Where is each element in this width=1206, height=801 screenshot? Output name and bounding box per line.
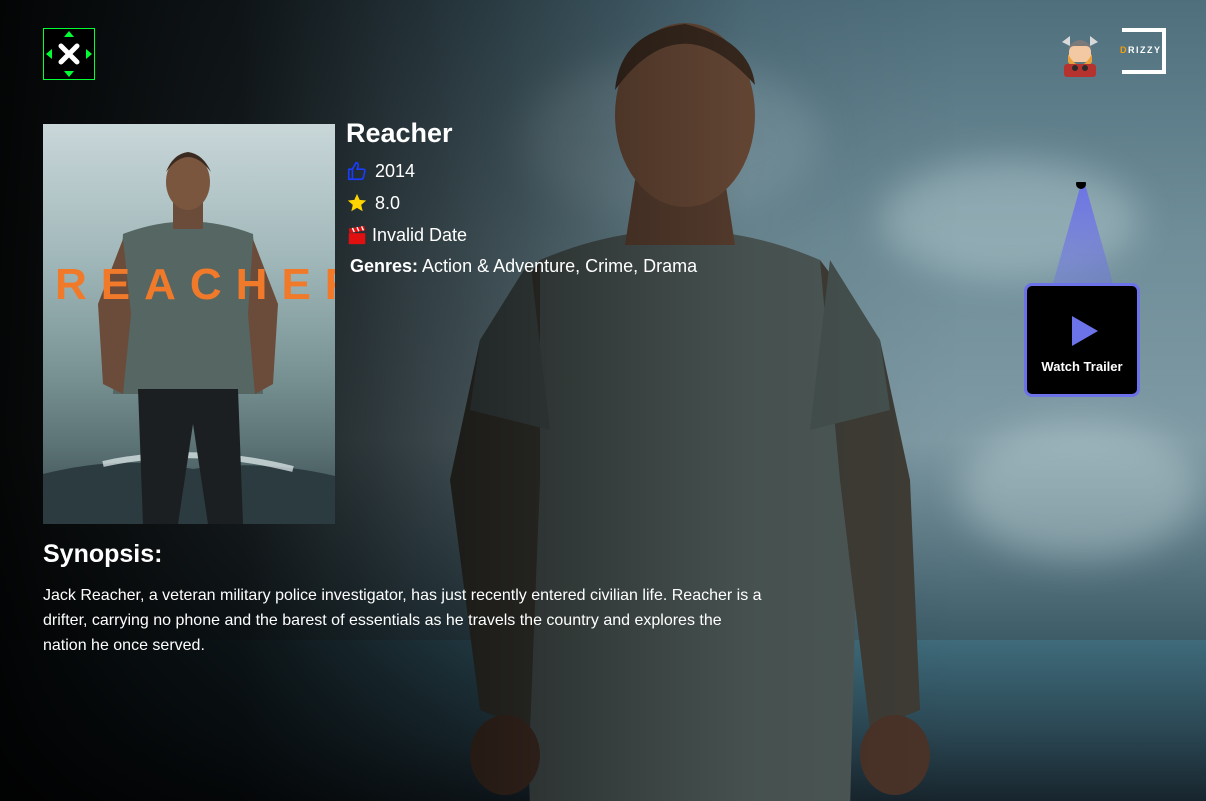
genres-value: Action & Adventure, Crime, Drama — [422, 256, 698, 276]
synopsis-text: Jack Reacher, a veteran military police … — [43, 587, 762, 654]
thumbs-up-icon — [347, 161, 366, 181]
clapperboard-icon — [348, 225, 366, 245]
synopsis-heading: Synopsis: — [43, 540, 163, 568]
year-row: 2014 — [346, 160, 415, 182]
viking-avatar-icon — [1062, 36, 1098, 77]
genres: Genres: Action & Adventure, Crime, Drama — [350, 256, 697, 277]
release-value: Invalid Date — [372, 224, 468, 245]
poster-title: REACHER — [55, 260, 335, 309]
watch-trailer-label: Watch Trailer — [1041, 359, 1123, 374]
genres-label: Genres: — [350, 256, 419, 276]
year-value: 2014 — [375, 160, 416, 181]
brand-text: DRIZZY — [1120, 45, 1162, 55]
play-icon — [1072, 316, 1098, 346]
user-avatar[interactable] — [1056, 30, 1104, 78]
watch-trailer-button[interactable]: Watch Trailer — [1024, 283, 1140, 397]
close-x-logo-icon — [46, 31, 92, 77]
rating-row: 8.0 — [346, 192, 400, 214]
star-icon — [347, 193, 367, 212]
spotlight-beam — [1050, 182, 1116, 294]
poster: REACHER — [43, 124, 335, 524]
close-button[interactable] — [43, 28, 95, 80]
release-row: Invalid Date — [346, 224, 467, 246]
poster-art — [43, 152, 335, 524]
show-title: Reacher — [346, 118, 453, 148]
brand-logo[interactable]: DRIZZY — [1120, 28, 1168, 74]
rating-value: 8.0 — [375, 192, 401, 213]
